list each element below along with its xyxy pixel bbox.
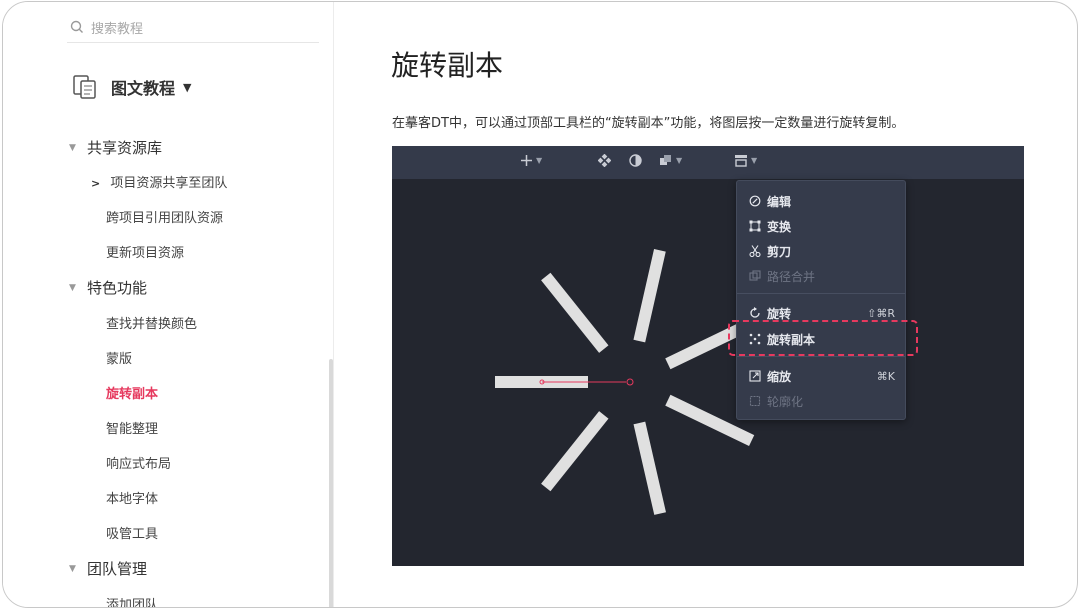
component-icon xyxy=(598,154,611,167)
caret-down-icon: ▼ xyxy=(69,282,76,293)
page-title: 旋转副本 xyxy=(391,49,504,82)
transform-dropdown-menu: 编辑 变换 剪刀 路径合并 旋转 ⇧⌘R 旋转副本 缩放 ⌘K 轮廓化 xyxy=(736,180,906,420)
screenshot-canvas: ▼ ▼ ▼ 编辑 变换 剪刀 路径合并 旋转 ⇧⌘R 旋转副本 缩放 ⌘K 轮廓… xyxy=(392,146,1024,566)
edit-icon xyxy=(749,195,761,207)
rotated-bar-6 xyxy=(541,411,609,492)
nav-group-team-management[interactable]: ▼ 团队管理 xyxy=(69,558,147,579)
nav-group-label: 特色功能 xyxy=(87,279,148,297)
search-icon xyxy=(70,20,83,33)
component-tool-button[interactable] xyxy=(598,154,611,167)
rotated-bar-2 xyxy=(633,249,666,343)
search-box[interactable]: 搜索教程 xyxy=(67,12,319,43)
transform-icon xyxy=(735,155,747,167)
menu-item-label: 编辑 xyxy=(767,194,792,209)
menu-item-label: 变换 xyxy=(767,219,792,234)
menu-item-scissors[interactable]: 剪刀 xyxy=(749,241,895,261)
menu-divider xyxy=(737,293,905,294)
menu-item-scale[interactable]: 缩放 ⌘K xyxy=(749,366,895,386)
menu-item-edit[interactable]: 编辑 xyxy=(749,191,895,211)
nav-item-eyedropper[interactable]: 吸管工具 xyxy=(106,523,158,542)
contrast-icon xyxy=(629,154,642,167)
caret-down-icon: ▼ xyxy=(69,563,76,574)
nav-item-label: 项目资源共享至团队 xyxy=(110,176,228,191)
window-frame: 搜索教程 图文教程 ▼ ▼ 共享资源库 > 项目资源共享至团队 跨项目引用团队资… xyxy=(2,1,1078,608)
chevron-down-icon: ▼ xyxy=(183,80,192,94)
chevron-down-icon: ▼ xyxy=(536,156,543,165)
rotated-bar-5 xyxy=(633,421,666,515)
transform-tool-button[interactable]: ▼ xyxy=(734,154,757,167)
menu-item-label: 路径合并 xyxy=(767,269,816,284)
nav-item-find-replace-color[interactable]: 查找并替换颜色 xyxy=(106,313,197,332)
transform-box-icon xyxy=(749,220,761,232)
nav-item-add-team[interactable]: 添加团队 xyxy=(106,594,158,607)
caret-down-icon: ▼ xyxy=(69,142,76,153)
menu-item-outline[interactable]: 轮廓化 xyxy=(749,391,895,411)
document-icon xyxy=(73,75,96,99)
rotate-icon xyxy=(750,307,760,318)
path-merge-icon xyxy=(749,270,761,281)
sidebar: 搜索教程 图文教程 ▼ ▼ 共享资源库 > 项目资源共享至团队 跨项目引用团队资… xyxy=(3,2,334,607)
sidebar-scrollbar[interactable] xyxy=(329,359,333,607)
nav-item-mask[interactable]: 蒙版 xyxy=(106,348,132,367)
menu-item-label: 旋转 xyxy=(767,306,792,321)
scissors-icon xyxy=(749,245,761,257)
menu-item-label: 缩放 xyxy=(767,369,792,384)
menu-item-transform[interactable]: 变换 xyxy=(749,216,895,236)
menu-divider xyxy=(737,356,905,357)
menu-item-label: 轮廓化 xyxy=(767,394,804,409)
nav-item-local-fonts[interactable]: 本地字体 xyxy=(106,488,158,507)
nav-item-cross-project[interactable]: 跨项目引用团队资源 xyxy=(106,207,223,226)
scale-icon xyxy=(749,370,761,382)
nav-item-update-resources[interactable]: 更新项目资源 xyxy=(106,242,184,261)
rotate-copy-highlight xyxy=(728,320,918,356)
nav-group-shared-library[interactable]: ▼ 共享资源库 xyxy=(69,137,162,158)
nav-item-responsive-layout[interactable]: 响应式布局 xyxy=(106,453,171,472)
menu-item-path-merge[interactable]: 路径合并 xyxy=(749,266,895,286)
menu-item-label: 剪刀 xyxy=(767,244,792,259)
add-tool-button[interactable]: ▼ xyxy=(520,154,542,167)
doc-category-title: 图文教程 xyxy=(111,79,176,98)
outline-icon xyxy=(749,395,761,407)
nav-item-rotate-copy[interactable]: 旋转副本 xyxy=(106,383,158,402)
nav-group-label: 共享资源库 xyxy=(87,139,163,157)
mask-tool-button[interactable] xyxy=(629,154,642,167)
chevron-down-icon: ▼ xyxy=(751,156,758,165)
chevron-down-icon: ▼ xyxy=(676,156,683,165)
nav-item-smart-arrange[interactable]: 智能整理 xyxy=(106,418,158,437)
rotated-bar-1 xyxy=(541,272,609,353)
editor-toolbar: ▼ ▼ ▼ xyxy=(392,146,1024,179)
nav-group-label: 团队管理 xyxy=(87,560,148,578)
rotated-copies-artwork xyxy=(495,249,755,515)
boolean-tool-button[interactable]: ▼ xyxy=(659,154,682,167)
rotation-pivot-center xyxy=(626,378,634,386)
nav-item-share-to-team[interactable]: > 项目资源共享至团队 xyxy=(91,172,227,191)
doc-category-selector[interactable]: 图文教程 ▼ xyxy=(71,72,191,102)
chevron-right-icon: > xyxy=(91,177,101,190)
menu-item-shortcut: ⌘K xyxy=(876,369,895,383)
boolean-icon xyxy=(660,155,671,165)
nav-group-features[interactable]: ▼ 特色功能 xyxy=(69,277,147,298)
page-description: 在摹客DT中，可以通过顶部工具栏的“旋转副本”功能，将图层按一定数量进行旋转复制… xyxy=(392,116,905,131)
menu-item-shortcut: ⇧⌘R xyxy=(867,306,895,320)
plus-icon xyxy=(521,155,532,166)
search-input[interactable]: 搜索教程 xyxy=(91,18,143,37)
